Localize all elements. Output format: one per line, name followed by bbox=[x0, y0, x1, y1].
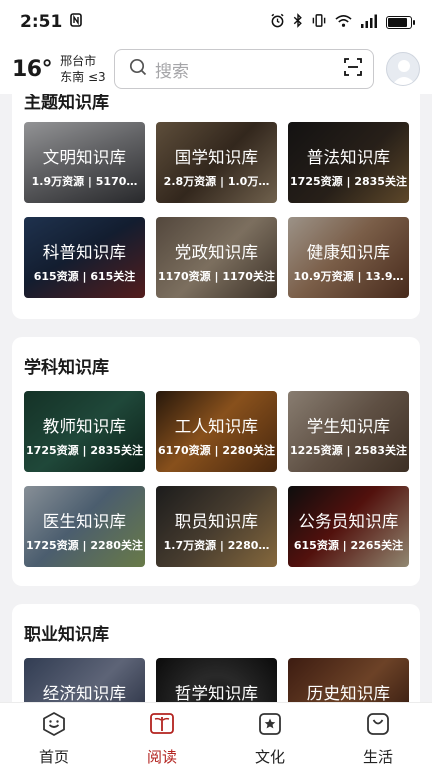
status-left: 2:51 bbox=[20, 12, 83, 32]
section-title: 职业知识库 bbox=[24, 625, 109, 645]
card-jingji[interactable]: 经济知识库 bbox=[24, 658, 145, 702]
card-title: 健康知识库 bbox=[306, 243, 391, 262]
status-time: 2:51 bbox=[20, 12, 63, 32]
card-zhiyuan[interactable]: 职员知识库 1.7万资源 | 2280… bbox=[156, 486, 277, 567]
card-jiaoshi[interactable]: 教师知识库 1725资源 | 2835关注 bbox=[24, 391, 145, 472]
bag-icon bbox=[365, 711, 391, 741]
book-icon bbox=[149, 711, 175, 741]
weather-city: 邢台市 bbox=[60, 54, 97, 68]
card-stats: 1170资源 | 1170关注 bbox=[158, 270, 275, 283]
weather-wind: 东南 ≤3 bbox=[60, 70, 106, 84]
card-title: 学生知识库 bbox=[306, 417, 391, 436]
section-career: 职业知识库 经济知识库 哲学知识库 历史知识库 bbox=[12, 604, 420, 702]
status-right bbox=[270, 12, 415, 32]
card-stats: 1725资源 | 2835关注 bbox=[290, 175, 407, 188]
card-stats: 615资源 | 615关注 bbox=[33, 270, 136, 283]
card-stats: 10.9万资源 | 13.9… bbox=[293, 270, 404, 283]
card-wenming[interactable]: 文明知识库 1.9万资源 | 5170… bbox=[24, 122, 145, 203]
vibrate-icon bbox=[311, 13, 327, 32]
avatar[interactable] bbox=[386, 52, 420, 86]
nav-culture[interactable]: 文化 bbox=[216, 703, 324, 768]
content-scroll-area[interactable]: 主题知识库 文明知识库 1.9万资源 | 5170… 国学知识库 2.8万资源 … bbox=[0, 94, 432, 702]
card-title: 经济知识库 bbox=[42, 684, 127, 702]
card-stats: 1.7万资源 | 2280… bbox=[163, 539, 270, 552]
nav-read[interactable]: 阅读 bbox=[108, 703, 216, 768]
card-yisheng[interactable]: 医生知识库 1725资源 | 2280关注 bbox=[24, 486, 145, 567]
top-header: 16° 邢台市 东南 ≤3 搜索 bbox=[0, 44, 432, 94]
search-icon bbox=[129, 58, 147, 80]
battery-charging-icon bbox=[386, 15, 415, 29]
card-title: 党政知识库 bbox=[174, 243, 259, 262]
nav-label: 生活 bbox=[362, 748, 393, 766]
card-stats: 1225资源 | 2583关注 bbox=[290, 444, 407, 457]
card-title: 公务员知识库 bbox=[298, 512, 399, 531]
home-hexagon-icon bbox=[41, 711, 67, 741]
weather-meta: 邢台市 东南 ≤3 bbox=[60, 53, 106, 85]
bottom-nav: 首页 阅读 文化 生活 bbox=[0, 702, 432, 768]
temperature: 16° bbox=[12, 56, 53, 82]
card-title: 国学知识库 bbox=[174, 148, 259, 167]
card-gongwuyuan[interactable]: 公务员知识库 615资源 | 2265关注 bbox=[288, 486, 409, 567]
status-bar: 2:51 bbox=[0, 0, 432, 44]
nfc-icon bbox=[70, 12, 83, 32]
nav-life[interactable]: 生活 bbox=[324, 703, 432, 768]
search-placeholder: 搜索 bbox=[155, 61, 189, 82]
alarm-icon bbox=[270, 13, 285, 32]
nav-label: 首页 bbox=[38, 748, 69, 766]
card-title: 科普知识库 bbox=[42, 243, 127, 262]
card-title: 哲学知识库 bbox=[174, 684, 259, 702]
card-stats: 615资源 | 2265关注 bbox=[293, 539, 404, 552]
card-title: 职员知识库 bbox=[174, 512, 259, 531]
card-xuesheng[interactable]: 学生知识库 1225资源 | 2583关注 bbox=[288, 391, 409, 472]
bluetooth-icon bbox=[293, 12, 303, 32]
card-stats: 6170资源 | 2280关注 bbox=[158, 444, 275, 457]
card-stats: 2.8万资源 | 1.0万… bbox=[163, 175, 270, 188]
card-zhexue[interactable]: 哲学知识库 bbox=[156, 658, 277, 702]
nav-label: 阅读 bbox=[146, 748, 177, 766]
section-title: 主题知识库 bbox=[24, 94, 109, 113]
card-lishi[interactable]: 历史知识库 bbox=[288, 658, 409, 702]
weather-widget[interactable]: 16° 邢台市 东南 ≤3 bbox=[12, 53, 112, 85]
section-title: 学科知识库 bbox=[24, 358, 109, 378]
signal-icon bbox=[360, 13, 378, 32]
card-kepu[interactable]: 科普知识库 615资源 | 615关注 bbox=[24, 217, 145, 298]
star-badge-icon bbox=[257, 711, 283, 741]
nav-home[interactable]: 首页 bbox=[0, 703, 108, 768]
section-subject: 学科知识库 教师知识库 1725资源 | 2835关注 工人知识库 6170资源… bbox=[12, 337, 420, 586]
card-stats: 1725资源 | 2280关注 bbox=[26, 539, 143, 552]
wifi-icon bbox=[335, 13, 352, 32]
card-title: 历史知识库 bbox=[306, 684, 391, 702]
card-title: 教师知识库 bbox=[42, 417, 127, 436]
card-title: 医生知识库 bbox=[42, 512, 127, 531]
card-title: 工人知识库 bbox=[174, 417, 259, 436]
card-dangzheng[interactable]: 党政知识库 1170资源 | 1170关注 bbox=[156, 217, 277, 298]
card-guoxue[interactable]: 国学知识库 2.8万资源 | 1.0万… bbox=[156, 122, 277, 203]
card-gongren[interactable]: 工人知识库 6170资源 | 2280关注 bbox=[156, 391, 277, 472]
card-stats: 1.9万资源 | 5170… bbox=[31, 175, 138, 188]
scan-icon[interactable] bbox=[343, 57, 363, 81]
card-pufa[interactable]: 普法知识库 1725资源 | 2835关注 bbox=[288, 122, 409, 203]
card-title: 普法知识库 bbox=[306, 148, 391, 167]
card-stats: 1725资源 | 2835关注 bbox=[26, 444, 143, 457]
card-jiankang[interactable]: 健康知识库 10.9万资源 | 13.9… bbox=[288, 217, 409, 298]
section-theme: 主题知识库 文明知识库 1.9万资源 | 5170… 国学知识库 2.8万资源 … bbox=[12, 94, 420, 319]
nav-label: 文化 bbox=[254, 748, 285, 766]
card-title: 文明知识库 bbox=[42, 148, 127, 167]
search-input[interactable]: 搜索 bbox=[114, 49, 374, 89]
